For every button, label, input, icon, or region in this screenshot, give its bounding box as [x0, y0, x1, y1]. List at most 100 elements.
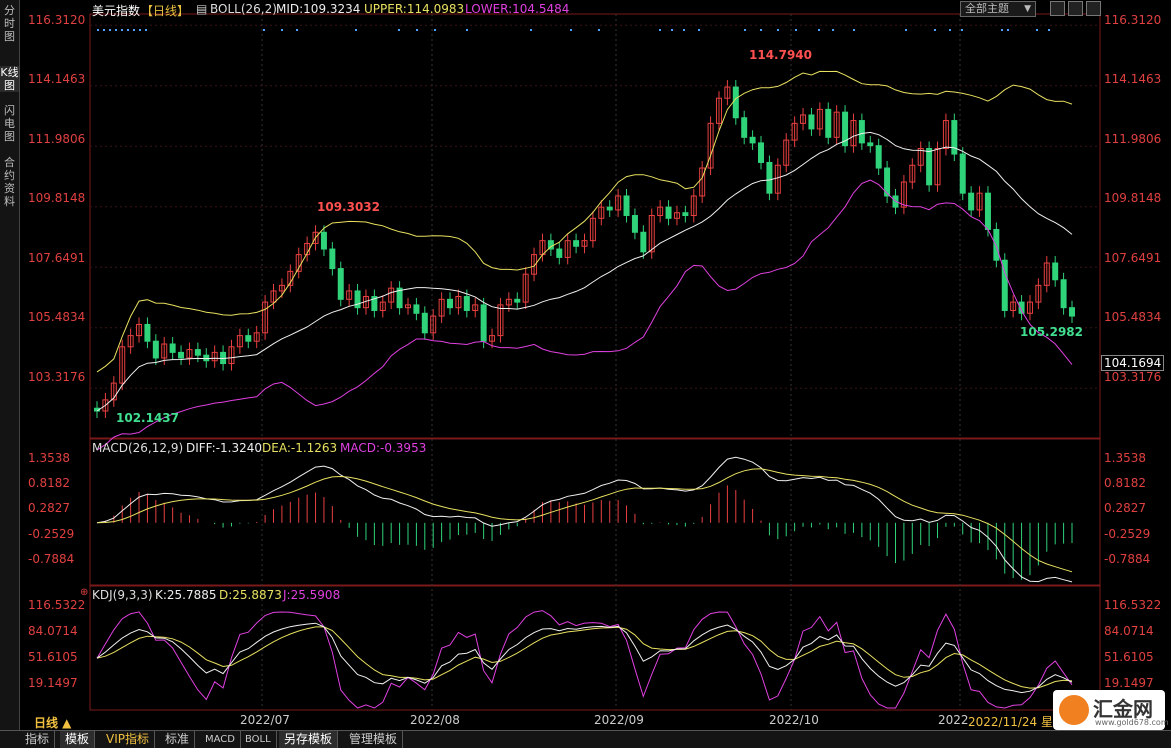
- event-marker: [744, 29, 746, 31]
- event-marker: [145, 29, 147, 31]
- boll-lower: LOWER:104.5484: [465, 2, 570, 16]
- tab-indicator[interactable]: 指标: [20, 731, 56, 748]
- boll-mid: MID:109.3234: [276, 2, 361, 16]
- event-marker: [832, 29, 834, 31]
- candle-down: [320, 231, 327, 250]
- event-marker: [263, 29, 265, 31]
- kdj-name: KDJ(9,3,3): [92, 588, 153, 602]
- candle-down: [858, 120, 865, 144]
- tab-standard[interactable]: 标准: [160, 731, 196, 748]
- month-label: 2022/09: [594, 713, 644, 727]
- candle-down: [606, 206, 613, 211]
- event-marker: [1007, 29, 1009, 31]
- candle-down: [144, 323, 151, 342]
- macd-value: MACD:-0.3953: [340, 441, 427, 455]
- event-marker: [777, 29, 779, 31]
- month-label: 2022: [938, 713, 969, 727]
- tab-boll[interactable]: BOLL: [240, 731, 277, 748]
- candle-down: [463, 296, 470, 311]
- axis-label: 105.4834: [1104, 310, 1162, 324]
- low-left-mark: 102.1437: [116, 411, 180, 425]
- settings-icon[interactable]: ⊕: [80, 587, 88, 598]
- candle-down: [732, 86, 739, 119]
- tab-macd[interactable]: MACD: [200, 731, 241, 748]
- candle-down: [741, 117, 748, 138]
- candle-down: [825, 108, 832, 138]
- candle-down: [203, 354, 210, 362]
- period-button[interactable]: 日线 ▲: [34, 714, 71, 731]
- restore-icon[interactable]: [1050, 1, 1065, 16]
- event-marker: [905, 29, 907, 31]
- candle-down: [1069, 307, 1075, 317]
- axis-label: 0.2827: [28, 501, 70, 515]
- axis-label: 111.9806: [28, 132, 86, 146]
- candle-down: [665, 206, 672, 219]
- axis-label: 0.2827: [1104, 501, 1146, 515]
- tab-template[interactable]: 模板: [60, 731, 96, 748]
- event-marker: [1048, 29, 1050, 31]
- layout-icon[interactable]: [1068, 1, 1083, 16]
- candle-down: [766, 161, 773, 194]
- event-marker: [281, 29, 283, 31]
- event-marker: [115, 29, 117, 31]
- event-marker: [466, 29, 468, 31]
- axis-label: 51.6105: [1104, 650, 1154, 664]
- event-marker: [530, 29, 532, 31]
- candle-down: [682, 212, 689, 217]
- boll-upper-line: [96, 70, 1073, 373]
- axis-label: 103.3176: [28, 370, 86, 384]
- axis-label: 0.8182: [1104, 476, 1146, 490]
- candle-down: [194, 349, 201, 356]
- candle-down: [1052, 262, 1059, 281]
- axis-label: 0.8182: [28, 476, 70, 490]
- tab-manage-template[interactable]: 管理模板: [344, 731, 404, 748]
- tab-vip-indicator[interactable]: VIP指标: [101, 731, 155, 748]
- axis-label: -0.7884: [1104, 552, 1151, 566]
- boll-mid-line: [96, 131, 1073, 412]
- event-marker: [671, 29, 673, 31]
- symbol-name: 美元指数: [92, 4, 141, 18]
- logo-icon: [1059, 695, 1089, 725]
- event-marker: [355, 29, 357, 31]
- event-marker: [133, 29, 135, 31]
- event-marker: [1036, 29, 1038, 31]
- axis-label: 109.8148: [28, 191, 86, 205]
- axis-label: 116.5322: [1104, 598, 1162, 612]
- boll-name: BOLL(26,2): [210, 2, 277, 16]
- logo-url: www.gold678.com: [1095, 718, 1169, 727]
- axis-label: 51.6105: [28, 650, 78, 664]
- axis-label: 116.3120: [28, 13, 86, 27]
- kdj-k: K:25.7885: [155, 588, 217, 602]
- kdj-d-line: [96, 626, 1073, 689]
- theme-dropdown[interactable]: 全部主题 ▼: [960, 1, 1036, 17]
- macd-name: MACD(26,12,9): [92, 441, 184, 455]
- candle-down: [514, 298, 521, 303]
- event-marker: [853, 29, 855, 31]
- event-marker: [949, 29, 951, 31]
- kdj-panel-frame: [89, 585, 1101, 711]
- axis-label: 114.1463: [1104, 72, 1162, 86]
- event-marker: [398, 29, 400, 31]
- candle-down: [993, 228, 1000, 261]
- event-marker: [818, 29, 820, 31]
- kdj-j: J:25.5908: [283, 588, 341, 602]
- candle-down: [413, 304, 420, 314]
- candle-down: [926, 147, 933, 186]
- axis-label: 111.9806: [1104, 132, 1162, 146]
- event-marker: [698, 29, 700, 31]
- axis-label: 84.0714: [28, 624, 78, 638]
- month-label: 2022/07: [240, 713, 290, 727]
- axis-label: 19.1497: [1104, 676, 1154, 690]
- tab-save-template[interactable]: 另存模板: [279, 731, 339, 748]
- low-right-mark: 105.2982: [1020, 325, 1084, 339]
- candle-down: [447, 298, 454, 309]
- event-marker: [296, 29, 298, 31]
- event-marker: [760, 29, 762, 31]
- axis-label: 19.1497: [28, 676, 78, 690]
- close-icon[interactable]: [1086, 1, 1101, 16]
- kline-chart[interactable]: [0, 0, 1171, 730]
- boll-upper: UPPER:114.0983: [364, 2, 465, 16]
- candle-down: [968, 192, 975, 211]
- axis-label: -0.2529: [1104, 527, 1151, 541]
- logo: 汇金网 www.gold678.com: [1053, 690, 1169, 730]
